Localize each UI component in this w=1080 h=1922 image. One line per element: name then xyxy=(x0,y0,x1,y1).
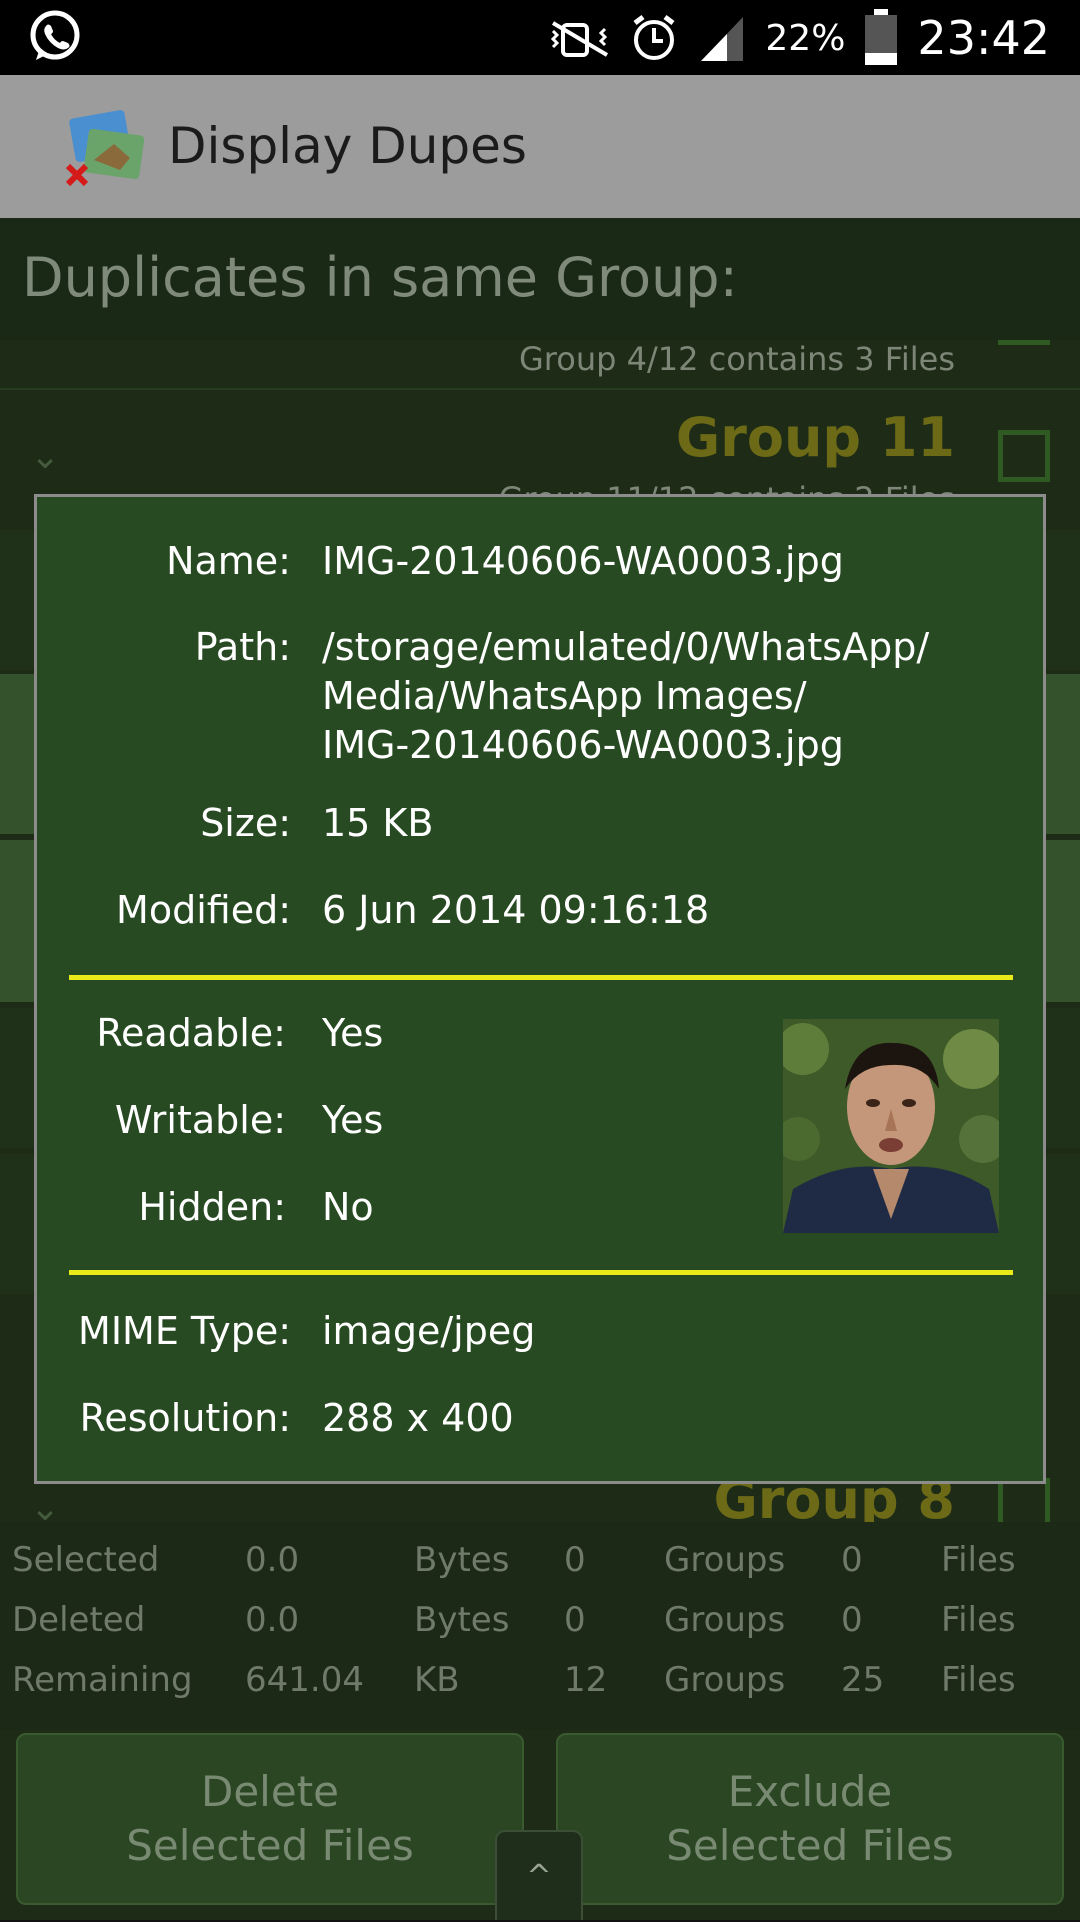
group11-title: Group 11 xyxy=(675,406,955,469)
stat-groups-label: Groups xyxy=(664,1660,786,1700)
path-line: /storage/emulated/0/WhatsApp/ xyxy=(322,625,930,669)
writable-value: Yes xyxy=(322,1098,384,1142)
group8-checkbox-edge xyxy=(1045,1478,1050,1522)
size-value: 15 KB xyxy=(322,801,434,845)
readable-label: Readable: xyxy=(96,1011,286,1055)
modified-label: Modified: xyxy=(116,888,291,932)
exclude-button-line1: Exclude xyxy=(727,1767,893,1816)
resolution-label: Resolution: xyxy=(79,1396,291,1440)
status-icons: 22% 23:42 xyxy=(549,6,1050,70)
stats-row-remaining: Remaining 641.04 KB 12 Groups 25 Files xyxy=(0,1660,1080,1710)
modified-value: 6 Jun 2014 09:16:18 xyxy=(322,888,710,932)
image-thumbnail[interactable] xyxy=(783,1019,999,1233)
mime-label: MIME Type: xyxy=(78,1309,291,1353)
row-divider xyxy=(0,388,1080,390)
battery-icon xyxy=(865,9,898,65)
section-divider xyxy=(69,975,1013,980)
app-logo-icon xyxy=(65,110,145,187)
app-bar: Display Dupes xyxy=(0,75,1080,218)
stat-unit: Bytes xyxy=(414,1540,510,1580)
name-label: Name: xyxy=(166,539,291,583)
stat-size: 0.0 xyxy=(245,1600,300,1640)
file-details-dialog: Name: IMG-20140606-WA0003.jpg Path: /sto… xyxy=(34,494,1046,1484)
stat-files: 0 xyxy=(841,1600,863,1640)
group4-summary: Group 4/12 contains 3 Files xyxy=(519,340,955,378)
stat-files-label: Files xyxy=(941,1660,1016,1700)
checkbox-icon[interactable] xyxy=(998,430,1050,482)
path-line: Media/WhatsApp Images/ xyxy=(322,674,807,718)
path-label: Path: xyxy=(194,625,291,669)
chevron-down-icon[interactable]: ⌄ xyxy=(30,436,60,477)
stat-files: 0 xyxy=(841,1540,863,1580)
stat-files: 25 xyxy=(841,1660,885,1700)
list-heading-text: Duplicates in same Group: xyxy=(22,246,738,309)
stat-files-label: Files xyxy=(941,1540,1016,1580)
stat-label: Selected xyxy=(12,1540,160,1580)
exclude-selected-button[interactable]: Exclude Selected Files xyxy=(556,1733,1064,1905)
section-divider xyxy=(69,1270,1013,1275)
stat-groups: 12 xyxy=(564,1660,608,1700)
stat-files-label: Files xyxy=(941,1600,1016,1640)
stat-size: 0.0 xyxy=(245,1540,300,1580)
stat-label: Remaining xyxy=(12,1660,193,1700)
stat-groups: 0 xyxy=(564,1600,586,1640)
stat-unit: KB xyxy=(414,1660,460,1700)
resolution-value: 288 x 400 xyxy=(322,1396,514,1440)
battery-percent: 22% xyxy=(765,17,846,59)
readable-value: Yes xyxy=(322,1011,384,1055)
status-bar: 22% 23:42 xyxy=(0,0,1080,75)
hidden-value: No xyxy=(322,1185,374,1229)
group8-checkbox-edge xyxy=(998,1478,1003,1522)
delete-selected-button[interactable]: Delete Selected Files xyxy=(16,1733,524,1905)
alarm-icon xyxy=(633,15,675,60)
hidden-label: Hidden: xyxy=(138,1185,286,1229)
stat-groups-label: Groups xyxy=(664,1600,786,1640)
stats-row-selected: Selected 0.0 Bytes 0 Groups 0 Files xyxy=(0,1540,1080,1590)
name-value: IMG-20140606-WA0003.jpg xyxy=(322,539,844,583)
delete-button-line2: Selected Files xyxy=(126,1821,414,1870)
stat-label: Deleted xyxy=(12,1600,146,1640)
mute-icon xyxy=(551,21,609,57)
app-title: Display Dupes xyxy=(168,117,527,175)
mime-value: image/jpeg xyxy=(322,1309,536,1353)
expand-up-button[interactable]: ^ xyxy=(495,1830,583,1920)
writable-label: Writable: xyxy=(114,1098,286,1142)
clock: 23:42 xyxy=(917,11,1050,65)
path-value: /storage/emulated/0/WhatsApp/ Media/What… xyxy=(322,623,929,770)
thumbnail-image xyxy=(783,1019,999,1233)
stat-unit: Bytes xyxy=(414,1600,510,1640)
group4-checkbox-edge xyxy=(998,340,1050,345)
size-label: Size: xyxy=(200,801,291,845)
stat-size: 641.04 xyxy=(245,1660,364,1700)
whatsapp-icon xyxy=(30,10,80,60)
stat-groups-label: Groups xyxy=(664,1540,786,1580)
delete-button-line1: Delete xyxy=(201,1767,339,1816)
stats-row-deleted: Deleted 0.0 Bytes 0 Groups 0 Files xyxy=(0,1600,1080,1650)
signal-icon xyxy=(701,17,744,61)
stat-groups: 0 xyxy=(564,1540,586,1580)
path-line: IMG-20140606-WA0003.jpg xyxy=(322,723,844,767)
exclude-button-line2: Selected Files xyxy=(666,1821,954,1870)
